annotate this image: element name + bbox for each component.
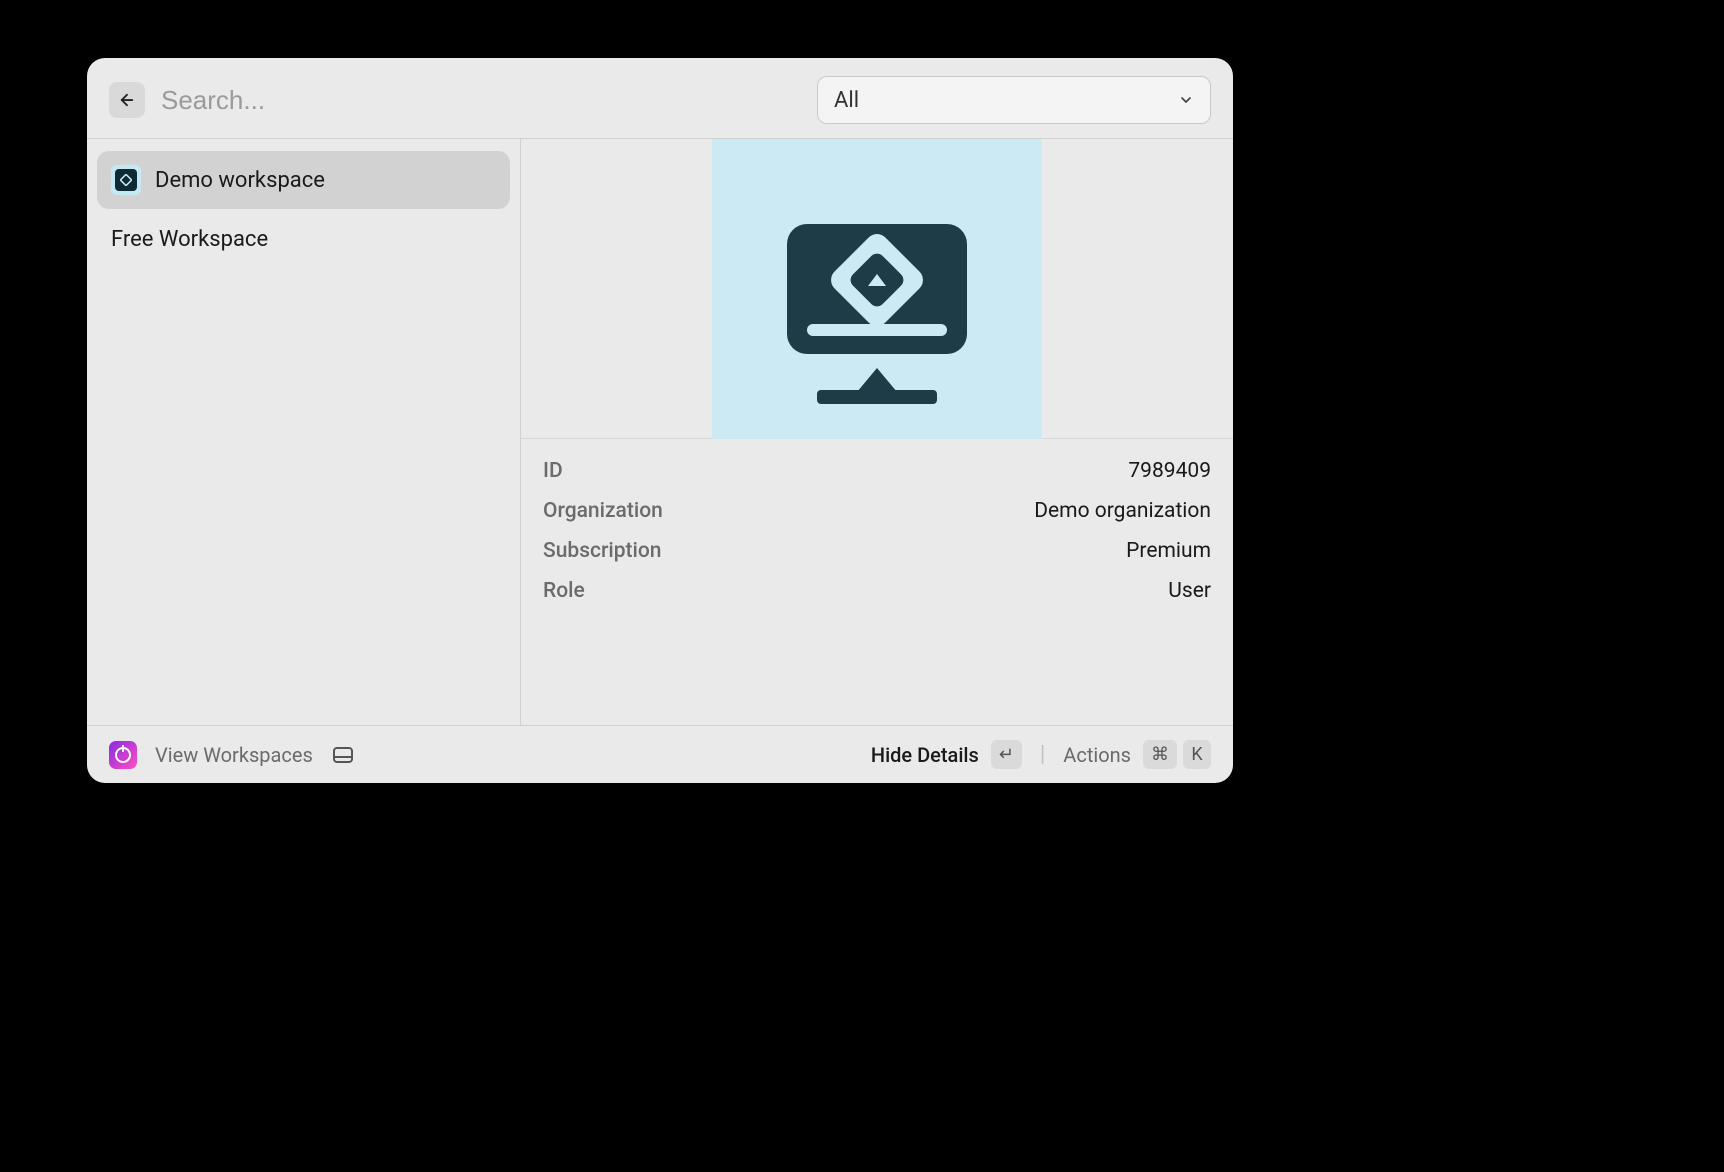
header: All: [87, 58, 1233, 138]
search-input[interactable]: [161, 85, 801, 116]
meta-row-subscription: Subscription Premium: [543, 539, 1211, 563]
sidebar-item-label: Demo workspace: [155, 168, 325, 193]
meta-label: Subscription: [543, 539, 662, 563]
shortcut-keys: ⌘ K: [1143, 740, 1211, 769]
meta-label: ID: [543, 459, 563, 483]
footer: View Workspaces Hide Details ↵ | Actions…: [87, 725, 1233, 783]
power-icon: [109, 741, 137, 769]
meta-value: 7989409: [1128, 459, 1211, 483]
meta-row-organization: Organization Demo organization: [543, 499, 1211, 523]
view-workspaces-label[interactable]: View Workspaces: [155, 743, 313, 767]
detail-panel: ID 7989409 Organization Demo organizatio…: [521, 139, 1233, 725]
sidebar: Demo workspace Free Workspace: [87, 139, 521, 725]
k-key-icon: K: [1183, 740, 1211, 769]
actions-button[interactable]: Actions ⌘ K: [1063, 740, 1211, 769]
chevron-down-icon: [1178, 92, 1194, 108]
meta-label: Organization: [543, 499, 663, 523]
meta-value: User: [1168, 579, 1211, 603]
hide-details-button[interactable]: Hide Details ↵: [871, 740, 1022, 769]
hide-details-label: Hide Details: [871, 743, 979, 767]
back-button[interactable]: [109, 82, 145, 118]
device-icon: [331, 743, 355, 767]
sidebar-item-demo-workspace[interactable]: Demo workspace: [97, 151, 510, 209]
cmd-key-icon: ⌘: [1143, 740, 1177, 769]
sidebar-item-free-workspace[interactable]: Free Workspace: [97, 213, 510, 266]
sidebar-item-label: Free Workspace: [111, 227, 268, 252]
meta-row-role: Role User: [543, 579, 1211, 603]
actions-label: Actions: [1063, 743, 1131, 767]
command-palette-window: All Demo workspace Free Workspace: [87, 58, 1233, 783]
meta-list: ID 7989409 Organization Demo organizatio…: [521, 439, 1233, 623]
enter-key-icon: ↵: [991, 740, 1022, 769]
meta-value: Demo organization: [1034, 499, 1211, 523]
hero: [521, 139, 1233, 439]
filter-selected-value: All: [834, 88, 859, 113]
arrow-left-icon: [118, 91, 136, 109]
workspace-hero-icon: [712, 139, 1042, 439]
workspace-icon: [111, 165, 141, 195]
meta-label: Role: [543, 579, 585, 603]
filter-select[interactable]: All: [817, 76, 1211, 124]
meta-value: Premium: [1126, 539, 1211, 563]
meta-row-id: ID 7989409: [543, 459, 1211, 483]
divider: |: [1040, 742, 1045, 767]
main: Demo workspace Free Workspace: [87, 138, 1233, 725]
